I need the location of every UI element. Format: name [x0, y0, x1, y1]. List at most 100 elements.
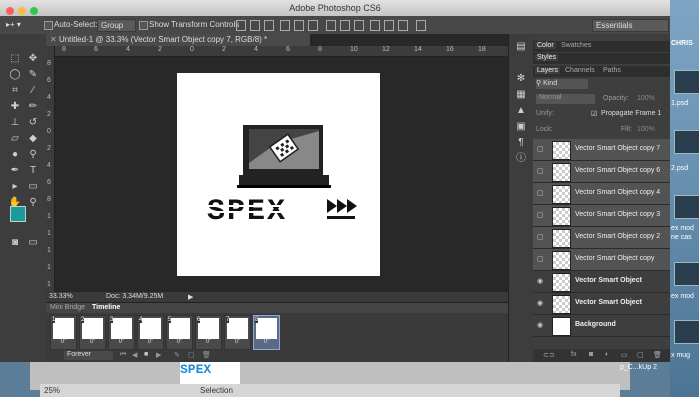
timeline-frame[interactable]: 3 0" [108, 315, 135, 350]
next-frame-icon[interactable]: ▶ [156, 351, 161, 359]
layer-filter-dropdown[interactable]: ⚲ Kind [536, 79, 588, 89]
desktop-file-1[interactable] [674, 70, 699, 94]
histogram-icon[interactable]: ▲ [514, 104, 528, 118]
layer-row[interactable]: ▢ Vector Smart Object copy 2 [533, 227, 670, 249]
opacity-value[interactable]: 100% [637, 95, 655, 102]
pen-tool-icon[interactable]: ✒ [8, 164, 22, 178]
tab-mini-bridge[interactable]: Mini Bridge [50, 304, 85, 311]
auto-select-checkbox[interactable] [44, 21, 53, 30]
minimize-button[interactable] [18, 7, 26, 15]
timeline-frame[interactable]: 7 0" [224, 315, 251, 350]
distribute-left-icon[interactable] [370, 20, 380, 31]
duplicate-frame-icon[interactable]: ▢ [188, 351, 195, 359]
tab-close-icon[interactable]: ✕ [50, 35, 59, 44]
show-transform-checkbox[interactable] [139, 21, 148, 30]
eyedropper-icon[interactable]: ⁄ [26, 84, 40, 98]
timeline-frame[interactable]: 2 0" [79, 315, 106, 350]
visibility-eye-icon[interactable]: ◉ [537, 277, 546, 285]
visibility-eye-icon[interactable]: ▢ [537, 211, 546, 219]
tab-styles[interactable]: Styles [535, 54, 559, 61]
layer-row[interactable]: ▢ Vector Smart Object copy 4 [533, 183, 670, 205]
distribute-right-icon[interactable] [398, 20, 408, 31]
tab-timeline[interactable]: Timeline [92, 304, 120, 311]
quick-mask-icon[interactable]: ◙ [8, 236, 22, 250]
link-layers-icon[interactable]: ⊂⊃ [543, 351, 555, 359]
document-tab[interactable]: ✕ Untitled-1 @ 33.3% (Vector Smart Objec… [46, 34, 310, 46]
first-frame-icon[interactable]: ⏮ [120, 351, 126, 359]
foreground-color-swatch[interactable] [10, 206, 26, 222]
timeline-frame[interactable]: 5 0" [166, 315, 193, 350]
info-icon[interactable]: ⓘ [514, 152, 528, 166]
align-bottom-icon[interactable] [264, 20, 274, 31]
visibility-eye-icon[interactable]: ▢ [537, 255, 546, 263]
distribute-bottom-icon[interactable] [354, 20, 364, 31]
crop-tool-icon[interactable]: ⌗ [8, 84, 22, 98]
clone-stamp-icon[interactable]: ⊥ [8, 116, 22, 130]
layer-mask-icon[interactable]: ◙ [589, 351, 593, 358]
timeline-frame[interactable]: 8 0" [253, 315, 280, 350]
eraser-icon[interactable]: ▱ [8, 132, 22, 146]
frame-delay[interactable]: 0" [225, 339, 250, 345]
blend-mode-dropdown[interactable]: Normal [536, 94, 595, 104]
frame-delay[interactable]: 0" [109, 339, 134, 345]
prev-frame-icon[interactable]: ◀ [132, 351, 137, 359]
zoom-level[interactable]: 33.33% [49, 293, 73, 300]
layer-row[interactable]: ◉ Vector Smart Object [533, 271, 670, 293]
type-tool-icon[interactable]: T [26, 164, 40, 178]
timeline-frame[interactable]: 4 0" [137, 315, 164, 350]
fx-icon[interactable]: fx [571, 351, 576, 358]
navigator-icon[interactable]: ▣ [514, 120, 528, 134]
path-select-icon[interactable]: ▸ [8, 180, 22, 194]
tab-layers[interactable]: Layers [535, 67, 561, 74]
zoom-button[interactable] [30, 7, 38, 15]
loop-dropdown[interactable]: Forever [64, 351, 113, 360]
tab-color[interactable]: Color [535, 42, 556, 49]
layer-row[interactable]: ▢ Vector Smart Object copy 7 [533, 139, 670, 161]
align-left-icon[interactable] [280, 20, 290, 31]
desktop-file-5[interactable] [674, 320, 699, 344]
adjustments-icon[interactable]: ✻ [514, 72, 528, 86]
shape-tool-icon[interactable]: ▭ [26, 180, 40, 194]
visibility-eye-icon[interactable]: ▢ [537, 189, 546, 197]
properties-icon[interactable]: ▦ [514, 88, 528, 102]
frame-delay[interactable]: 0" [51, 339, 76, 345]
frame-delay[interactable]: 0" [167, 339, 192, 345]
history-brush-icon[interactable]: ↺ [26, 116, 40, 130]
desktop-file-4[interactable] [674, 262, 699, 286]
marquee-tool-icon[interactable]: ⬚ [8, 52, 22, 66]
align-top-icon[interactable] [236, 20, 246, 31]
distribute-top-icon[interactable] [326, 20, 336, 31]
delete-frame-icon[interactable]: 🗑 [202, 351, 211, 359]
dodge-tool-icon[interactable]: ⚲ [26, 148, 40, 162]
auto-select-dropdown[interactable]: Group [97, 19, 136, 32]
screen-mode-icon[interactable]: ▭ [26, 236, 40, 250]
frame-delay[interactable]: 0" [80, 339, 105, 345]
auto-align-icon[interactable] [416, 20, 426, 31]
canvas[interactable]: SPEX [177, 73, 380, 276]
quick-select-icon[interactable]: ✎ [26, 68, 40, 82]
history-icon[interactable]: ▤ [514, 40, 528, 54]
new-layer-icon[interactable]: ▢ [637, 351, 644, 359]
visibility-eye-icon[interactable]: ▢ [537, 233, 546, 241]
move-tool-icon[interactable]: ✥ [26, 52, 40, 66]
frame-delay[interactable]: 0" [254, 339, 279, 345]
align-right-icon[interactable] [308, 20, 318, 31]
timeline-frame[interactable]: 1 0" [50, 315, 77, 350]
adjustment-layer-icon[interactable]: ◐ [605, 351, 609, 358]
group-icon[interactable]: ▭ [621, 351, 628, 359]
visibility-eye-icon[interactable]: ◉ [537, 299, 546, 307]
align-center-icon[interactable] [294, 20, 304, 31]
align-middle-icon[interactable] [250, 20, 260, 31]
desktop-file-2[interactable] [674, 130, 699, 154]
zoom-tool-icon[interactable]: ⚲ [26, 196, 40, 210]
delete-layer-icon[interactable]: 🗑 [653, 351, 662, 359]
layer-row[interactable]: ▢ Vector Smart Object copy 3 [533, 205, 670, 227]
close-button[interactable] [6, 7, 14, 15]
distribute-center-icon[interactable] [384, 20, 394, 31]
workspace-dropdown[interactable]: Essentials [592, 19, 669, 32]
brush-tool-icon[interactable]: ✏ [26, 100, 40, 114]
propagate-checkbox[interactable]: ☑ [591, 110, 597, 118]
distribute-middle-icon[interactable] [340, 20, 350, 31]
layer-row[interactable]: ◉ Vector Smart Object [533, 293, 670, 315]
visibility-eye-icon[interactable]: ▢ [537, 145, 546, 153]
